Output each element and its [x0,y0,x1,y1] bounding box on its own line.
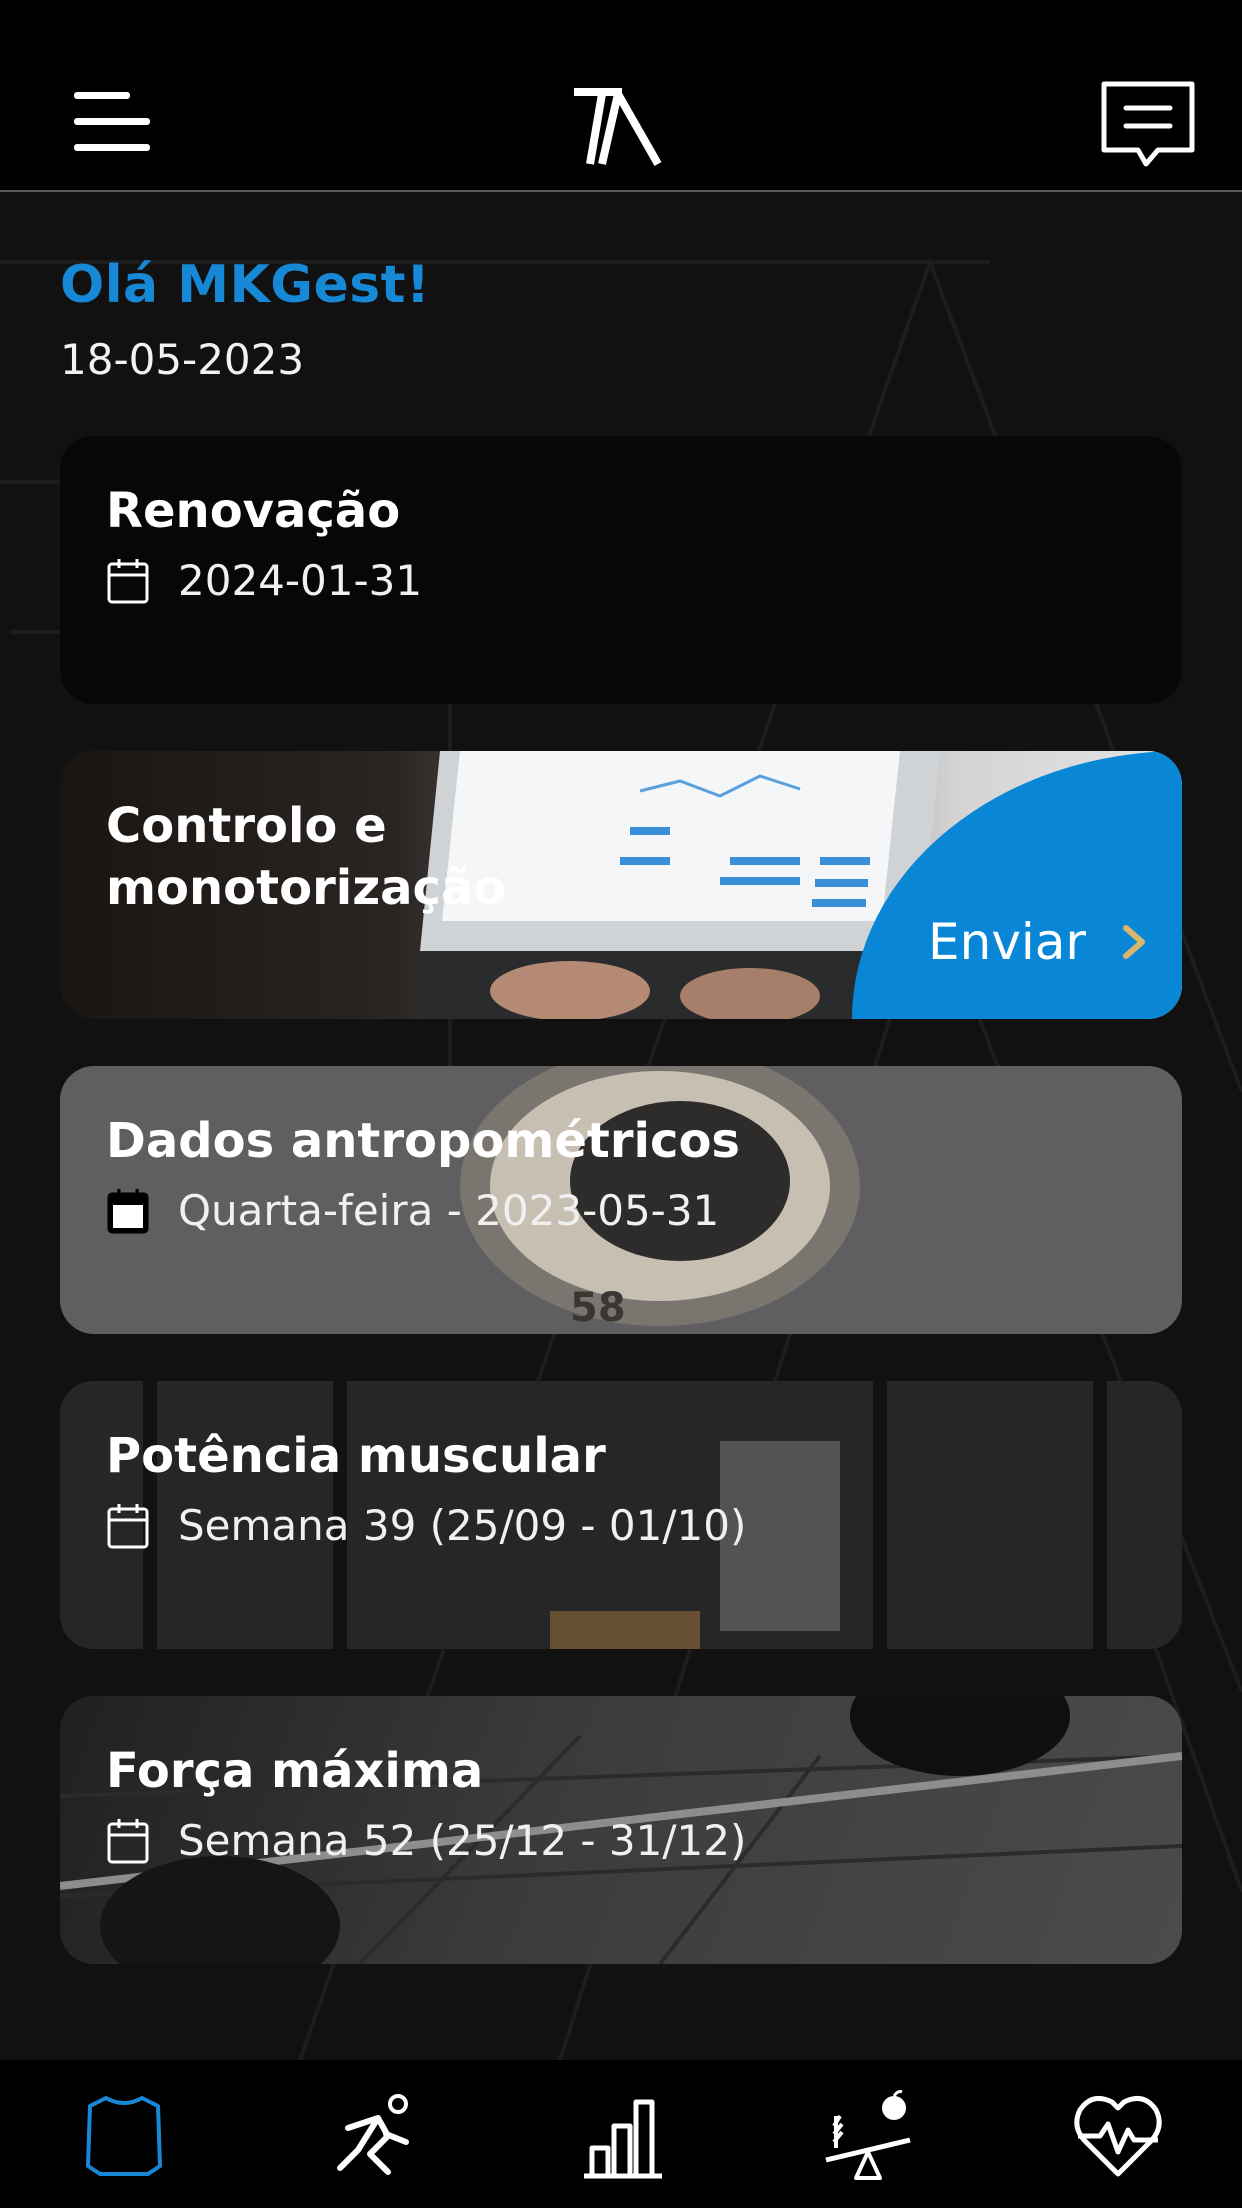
muscle-power-week: Semana 39 (25/09 - 01/10) [178,1501,747,1550]
card-title: Potência muscular [106,1428,606,1484]
bottom-navigation [0,2060,1242,2208]
greeting-title: Olá MKGest! [60,255,431,315]
chat-message-icon[interactable] [1098,78,1198,174]
card-date-row: Semana 52 (25/12 - 31/12) [106,1816,746,1865]
monitoring-card[interactable]: Controlo e monotorização Enviar [60,751,1182,1019]
calendar-icon [107,1188,149,1233]
anthropometric-card[interactable]: 58 Dados antropométricos Quarta-feira - … [60,1066,1182,1334]
svg-text:58: 58 [570,1285,626,1331]
ta-logo [574,88,662,166]
anthropometric-date: Quarta-feira - 2023-05-31 [178,1186,720,1235]
muscle-power-card[interactable]: Potência muscular Semana 39 (25/09 - 01/… [60,1381,1182,1649]
current-date: 18-05-2023 [60,335,305,384]
calendar-icon [107,558,149,603]
shirt-icon[interactable] [76,2088,172,2184]
calendar-icon [107,1503,149,1548]
menu-button[interactable] [60,80,160,170]
send-button[interactable]: Enviar [928,913,1148,971]
renovation-date: 2024-01-31 [178,556,423,605]
top-app-bar [0,0,1242,192]
bar-chart-icon[interactable] [574,2088,670,2184]
card-title-line-1: Controlo e [106,798,387,854]
max-strength-week: Semana 52 (25/12 - 31/12) [178,1816,747,1865]
card-title-line-2: monotorização [106,860,507,916]
calendar-icon [107,1818,149,1863]
send-button-label: Enviar [928,913,1086,971]
card-date-row: Quarta-feira - 2023-05-31 [106,1186,719,1235]
menu-line [74,144,150,151]
card-title: Dados antropométricos [106,1113,740,1169]
nutrition-balance-icon[interactable] [820,2088,916,2184]
renovation-card[interactable]: Renovação 2024-01-31 [60,436,1182,704]
card-title: Renovação [106,483,401,539]
card-date-row: 2024-01-31 [106,556,422,605]
max-strength-card[interactable]: Força máxima Semana 52 (25/12 - 31/12) [60,1696,1182,1964]
menu-line [74,92,130,99]
running-icon[interactable] [330,2088,426,2184]
chevron-right-icon [1123,925,1145,959]
card-title: Força máxima [106,1743,484,1799]
heart-pulse-icon[interactable] [1070,2088,1166,2184]
card-date-row: Semana 39 (25/09 - 01/10) [106,1501,746,1550]
menu-line [74,118,150,125]
